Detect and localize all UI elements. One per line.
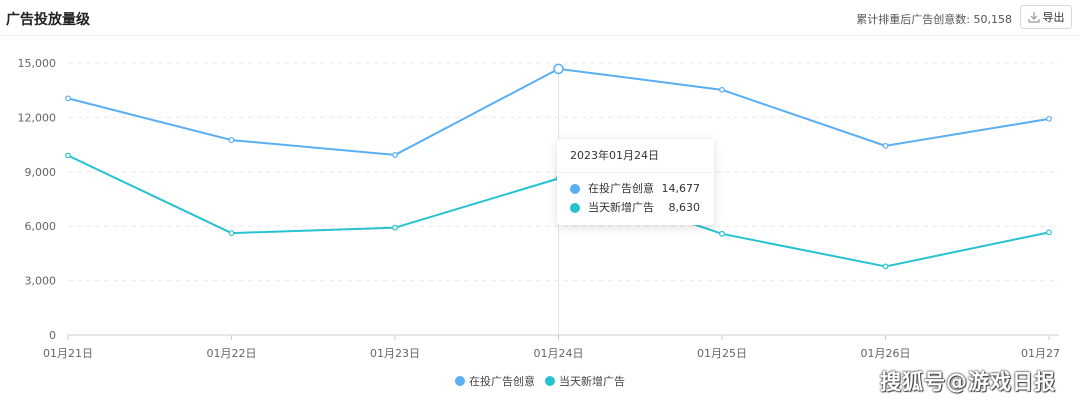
watermark: 搜狐号@游戏日报 bbox=[880, 370, 1056, 394]
chart-tooltip: 2023年01月24日 在投广告创意 14,677 当天新增广告 8,630 bbox=[557, 139, 714, 225]
tooltip-series-name: 当天新增广告 bbox=[588, 201, 654, 214]
data-point bbox=[1046, 229, 1052, 236]
y-tick-label: 3,000 bbox=[25, 275, 57, 288]
download-icon bbox=[1027, 11, 1040, 23]
x-tick-label: 01月26日 bbox=[861, 347, 911, 360]
series-dot bbox=[570, 203, 580, 213]
x-tick-label: 01月25日 bbox=[697, 347, 747, 360]
tooltip-series-value: 8,630 bbox=[668, 201, 701, 214]
legend-label: 在投广告创意 bbox=[469, 375, 535, 388]
export-label: 导出 bbox=[1042, 11, 1065, 24]
legend-dot bbox=[455, 376, 465, 386]
x-tick-label: 01月24日 bbox=[534, 347, 584, 360]
y-tick-label: 15,000 bbox=[18, 57, 57, 70]
data-point bbox=[882, 142, 889, 149]
tooltip-date: 2023年01月24日 bbox=[557, 139, 714, 173]
legend-item-new-ads[interactable]: 当天新增广告 bbox=[545, 373, 625, 389]
page-title: 广告投放量级 bbox=[6, 12, 90, 28]
data-point bbox=[228, 137, 235, 143]
tooltip-row: 当天新增广告 8,630 bbox=[570, 200, 700, 216]
y-tick-label: 12,000 bbox=[18, 111, 57, 124]
x-tick-label: 01月21日 bbox=[43, 347, 93, 360]
tooltip-series-value: 14,677 bbox=[661, 182, 701, 195]
tooltip-series-name: 在投广告创意 bbox=[588, 182, 654, 195]
x-tick-label: 01月27 bbox=[1021, 347, 1060, 360]
chart-header: 广告投放量级 累计排重后广告创意数: 50,158 导出 bbox=[0, 0, 1080, 36]
y-tick-label: 9,000 bbox=[25, 166, 57, 179]
export-button[interactable]: 导出 bbox=[1020, 5, 1072, 29]
tooltip-row: 在投广告创意 14,677 bbox=[570, 181, 700, 197]
y-tick-label: 0 bbox=[49, 329, 56, 342]
y-tick-label: 6,000 bbox=[25, 220, 57, 233]
dedup-creative-count: 累计排重后广告创意数: 50,158 bbox=[856, 13, 1012, 26]
data-point bbox=[1046, 115, 1052, 122]
data-point bbox=[553, 63, 564, 75]
data-point bbox=[65, 152, 71, 159]
data-point bbox=[65, 95, 71, 102]
line-chart[interactable]: 0 3,000 6,000 9,000 12,000 15,000 01月21日 01月22日… bbox=[0, 36, 1080, 366]
legend-item-active-creatives[interactable]: 在投广告创意 bbox=[455, 373, 535, 389]
data-point bbox=[882, 263, 889, 270]
data-point bbox=[719, 86, 725, 93]
data-point bbox=[392, 152, 398, 158]
data-point bbox=[228, 230, 235, 236]
x-tick-label: 01月22日 bbox=[207, 347, 257, 360]
legend-dot bbox=[545, 376, 555, 386]
legend-label: 当天新增广告 bbox=[559, 375, 625, 388]
data-point bbox=[392, 224, 398, 231]
data-point bbox=[719, 230, 725, 237]
series-dot bbox=[570, 184, 580, 194]
x-tick-label: 01月23日 bbox=[370, 347, 420, 360]
